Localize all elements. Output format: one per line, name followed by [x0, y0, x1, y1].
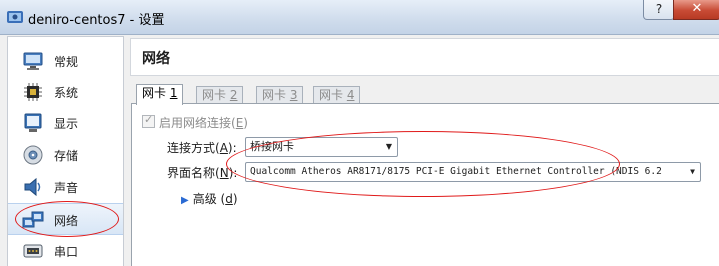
- help-button[interactable]: ?: [643, 0, 675, 20]
- shortcut-key: A: [219, 141, 228, 155]
- adapter-name-value: Qualcomm Atheros AR8171/8175 PCI-E Gigab…: [250, 166, 662, 177]
- expand-triangle-icon[interactable]: ▶: [181, 195, 189, 206]
- shortcut-key: d: [225, 192, 233, 206]
- sidebar-item-label: 显示: [54, 117, 79, 131]
- tab-label: 网卡: [202, 88, 227, 102]
- tab-number: 1: [169, 86, 178, 100]
- network-icon: [22, 211, 44, 228]
- chevron-down-icon[interactable]: ▼: [688, 163, 695, 181]
- page-header: 网络: [130, 38, 719, 76]
- serial-port-icon: [23, 244, 43, 258]
- sidebar-item-serial-ports[interactable]: 串口: [8, 235, 123, 265]
- checkbox-box[interactable]: [142, 113, 155, 128]
- shortcut-key: N: [219, 166, 229, 180]
- sidebar-item-network[interactable]: 网络: [8, 203, 123, 235]
- sidebar-item-storage[interactable]: 存储: [8, 139, 123, 169]
- chip-icon: [24, 83, 42, 101]
- virtualbox-app-icon: [7, 11, 23, 23]
- settings-sidebar: 常规 系统 显示 存储 声音 网络 串口: [7, 36, 124, 266]
- adapter-name-text: 界面名称: [167, 166, 216, 180]
- sidebar-item-label: 网络: [54, 214, 79, 228]
- shortcut-key: E: [235, 116, 244, 130]
- sidebar-item-system[interactable]: 系统: [8, 76, 123, 106]
- display-icon: [24, 113, 42, 132]
- attached-to-label: 连接方式(A):: [167, 141, 237, 155]
- sidebar-item-label: 常规: [54, 55, 79, 69]
- tab-label: 网卡: [319, 88, 344, 102]
- sidebar-item-label: 声音: [54, 181, 79, 195]
- sidebar-item-audio[interactable]: 声音: [8, 171, 123, 201]
- chevron-down-icon[interactable]: ▼: [386, 138, 392, 156]
- tab-adapter-3[interactable]: 网卡 3: [256, 86, 304, 104]
- advanced-expander[interactable]: ▶ 高级 (d): [181, 190, 238, 207]
- sidebar-item-label: 存储: [54, 149, 79, 163]
- enable-adapter-label: 启用网络连接: [159, 116, 232, 130]
- window-title: deniro-centos7 - 设置: [28, 13, 165, 28]
- tab-adapter-4[interactable]: 网卡 4: [313, 86, 361, 104]
- speaker-icon: [24, 177, 41, 197]
- tab-adapter-1[interactable]: 网卡 1: [136, 84, 184, 105]
- attached-to-text: 连接方式: [167, 141, 216, 155]
- enable-adapter-checkbox[interactable]: 启用网络连接(E): [142, 113, 248, 131]
- adapter-name-label: 界面名称(N):: [167, 166, 238, 180]
- title-bar: deniro-centos7 - 设置 ? ✕: [0, 0, 719, 35]
- tab-label: 网卡: [142, 86, 167, 100]
- page-title: 网络: [142, 51, 170, 67]
- attached-to-value: 桥接网卡: [250, 140, 294, 153]
- close-button[interactable]: ✕: [673, 0, 719, 20]
- attached-to-select[interactable]: 桥接网卡 ▼: [245, 137, 398, 157]
- sidebar-item-label: 系统: [54, 86, 79, 100]
- monitor-icon: [23, 52, 43, 70]
- advanced-label: 高级: [192, 192, 217, 206]
- tab-adapter-2[interactable]: 网卡 2: [196, 86, 244, 104]
- tab-number: 3: [289, 88, 298, 102]
- adapter-name-select[interactable]: Qualcomm Atheros AR8171/8175 PCI-E Gigab…: [245, 162, 701, 182]
- tab-number: 4: [346, 88, 355, 102]
- tab-number: 2: [229, 88, 238, 102]
- tab-label: 网卡: [262, 88, 287, 102]
- sidebar-item-general[interactable]: 常规: [8, 45, 123, 75]
- sidebar-item-display[interactable]: 显示: [8, 107, 123, 137]
- sidebar-item-label: 串口: [54, 245, 79, 259]
- disk-icon: [23, 145, 43, 165]
